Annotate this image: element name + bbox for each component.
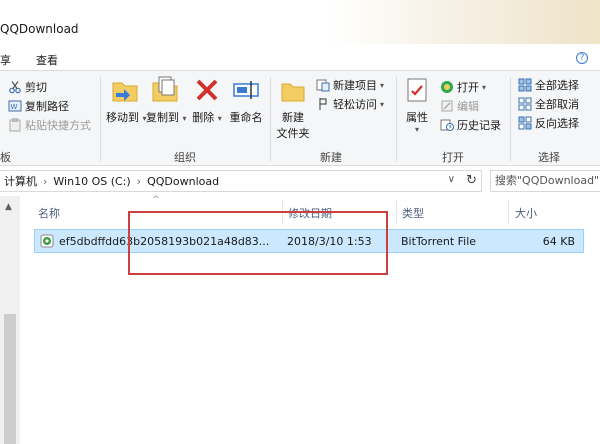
new-folder-label-2: 文件夹 bbox=[276, 127, 310, 140]
ribbon-separator bbox=[270, 77, 271, 161]
ribbon-separator bbox=[100, 77, 101, 161]
rename-icon bbox=[231, 75, 261, 105]
breadcrumb-separator-icon[interactable]: › bbox=[41, 175, 49, 188]
delete-button[interactable]: 删除 ▾ bbox=[192, 75, 222, 125]
properties-icon bbox=[402, 75, 432, 105]
navigation-pane: ▲ bbox=[0, 196, 20, 444]
open-button[interactable]: 打开 ▾ bbox=[440, 79, 486, 95]
edit-label: 编辑 bbox=[457, 100, 479, 113]
new-group-label: 新建 bbox=[320, 151, 342, 164]
invert-selection-button[interactable]: 反向选择 bbox=[518, 115, 579, 131]
select-all-label: 全部选择 bbox=[535, 79, 579, 92]
address-bar[interactable]: 计算机 › Win10 OS (C:) › QQDownload ∨ ↻ bbox=[0, 170, 482, 192]
delete-label: 删除 bbox=[192, 111, 215, 124]
breadcrumb-separator-icon[interactable]: › bbox=[135, 175, 143, 188]
cut-button[interactable]: 剪切 bbox=[8, 79, 47, 95]
tab-view[interactable]: 查看 bbox=[36, 52, 58, 68]
paste-shortcut-icon bbox=[8, 118, 22, 132]
copy-path-icon: W bbox=[8, 99, 22, 113]
breadcrumb-folder[interactable]: QQDownload bbox=[143, 175, 223, 188]
new-folder-label-1: 新建 bbox=[282, 111, 304, 124]
organize-group-label: 组织 bbox=[174, 151, 196, 164]
scissors-icon bbox=[8, 80, 22, 94]
copy-to-icon bbox=[150, 75, 180, 105]
copy-path-button[interactable]: W 复制路径 bbox=[8, 98, 69, 114]
file-size: 64 KB bbox=[542, 235, 575, 248]
easy-access-button[interactable]: 轻松访问 ▾ bbox=[316, 96, 384, 112]
ribbon-separator bbox=[510, 77, 511, 161]
clipboard-group-label: 板 bbox=[0, 151, 11, 164]
column-header-size[interactable]: 大小 bbox=[515, 205, 537, 221]
scrollbar-thumb[interactable] bbox=[4, 314, 16, 444]
title-bar: QQDownload bbox=[0, 0, 600, 44]
paste-shortcut-label: 粘贴快捷方式 bbox=[25, 119, 91, 132]
select-all-button[interactable]: 全部选择 bbox=[518, 77, 579, 93]
annotation-highlight-box bbox=[128, 211, 388, 275]
history-button[interactable]: 历史记录 bbox=[440, 117, 501, 133]
properties-button[interactable]: 属性 ▾ bbox=[400, 75, 434, 134]
torrent-file-icon bbox=[40, 234, 54, 251]
ribbon-separator bbox=[396, 77, 397, 161]
select-none-button[interactable]: 全部取消 bbox=[518, 96, 579, 112]
new-folder-button[interactable]: 新建 文件夹 bbox=[274, 75, 312, 141]
easy-access-icon bbox=[316, 97, 330, 111]
new-item-icon bbox=[316, 78, 330, 92]
select-group-label: 选择 bbox=[538, 151, 560, 164]
properties-label: 属性 bbox=[406, 111, 428, 124]
new-folder-icon bbox=[278, 75, 308, 105]
open-label: 打开 bbox=[457, 81, 479, 94]
column-header-name[interactable]: 名称 bbox=[38, 205, 60, 221]
address-row: 计算机 › Win10 OS (C:) › QQDownload ∨ ↻ 搜索"… bbox=[0, 166, 600, 196]
easy-access-label: 轻松访问 bbox=[333, 98, 377, 111]
select-none-label: 全部取消 bbox=[535, 98, 579, 111]
move-to-label: 移动到 bbox=[106, 111, 139, 124]
refresh-icon[interactable]: ↻ bbox=[466, 173, 477, 188]
breadcrumb-drive[interactable]: Win10 OS (C:) bbox=[49, 175, 134, 188]
paste-shortcut-button[interactable]: 粘贴快捷方式 bbox=[8, 117, 91, 133]
copy-to-button[interactable]: 复制到 ▾ bbox=[146, 75, 187, 125]
move-to-icon bbox=[110, 75, 140, 105]
search-input[interactable]: 搜索"QQDownload" bbox=[490, 170, 600, 192]
copy-to-label: 复制到 bbox=[146, 111, 179, 124]
select-none-icon bbox=[518, 97, 532, 111]
column-header-type[interactable]: 类型 bbox=[402, 205, 424, 221]
ribbon: 剪切 W 复制路径 粘贴快捷方式 板 移动到 ▾ 复制到 ▾ 删除 ▾ 重命名 … bbox=[0, 70, 600, 166]
rename-button[interactable]: 重命名 bbox=[226, 75, 266, 125]
new-item-button[interactable]: 新建项目 ▾ bbox=[316, 77, 384, 93]
rename-label: 重命名 bbox=[229, 111, 263, 124]
scroll-up-icon[interactable]: ▲ bbox=[5, 202, 12, 212]
file-type: BitTorrent File bbox=[401, 235, 477, 248]
column-divider[interactable] bbox=[508, 200, 509, 224]
column-divider[interactable] bbox=[396, 200, 397, 224]
sort-ascending-icon: ^ bbox=[152, 195, 160, 205]
window-title: QQDownload bbox=[0, 22, 79, 36]
help-icon[interactable]: ? bbox=[576, 52, 588, 64]
open-icon bbox=[440, 80, 454, 94]
history-icon bbox=[440, 118, 454, 132]
new-item-label: 新建项目 bbox=[333, 79, 377, 92]
tab-share[interactable]: 享 bbox=[0, 52, 11, 68]
select-all-icon bbox=[518, 78, 532, 92]
cut-label: 剪切 bbox=[25, 81, 47, 94]
copy-path-label: 复制路径 bbox=[25, 100, 69, 113]
invert-selection-icon bbox=[518, 116, 532, 130]
delete-icon bbox=[192, 75, 222, 105]
history-label: 历史记录 bbox=[457, 119, 501, 132]
invert-selection-label: 反向选择 bbox=[535, 117, 579, 130]
open-group-label: 打开 bbox=[442, 151, 464, 164]
chevron-down-icon[interactable]: ∨ bbox=[448, 174, 455, 185]
edit-icon bbox=[440, 99, 454, 113]
breadcrumb-computer[interactable]: 计算机 bbox=[0, 173, 41, 189]
move-to-button[interactable]: 移动到 ▾ bbox=[106, 75, 147, 125]
edit-button[interactable]: 编辑 bbox=[440, 98, 479, 114]
svg-text:W: W bbox=[11, 103, 18, 111]
ribbon-tabs: 享 查看 ? bbox=[0, 44, 600, 70]
